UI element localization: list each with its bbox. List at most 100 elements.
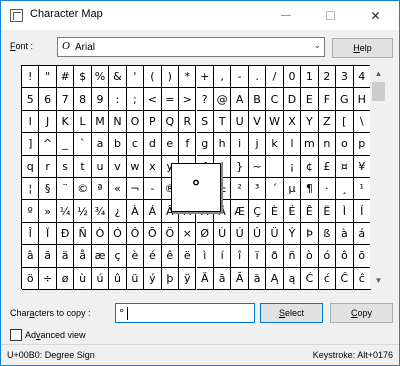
character-cell[interactable]: Í — [353, 200, 371, 223]
character-cell[interactable]: 9 — [91, 88, 110, 111]
character-cell[interactable]: ¿ — [109, 200, 127, 223]
character-cell[interactable]: Ð — [56, 222, 75, 246]
character-cell[interactable]: ¨ — [56, 178, 75, 201]
character-cell[interactable]: 7 — [56, 88, 75, 111]
character-cell[interactable]: l — [283, 133, 302, 156]
character-cell[interactable]: Á — [144, 200, 162, 223]
character-cell[interactable]: W — [266, 110, 284, 134]
character-cell[interactable]: # — [56, 66, 75, 89]
character-cell[interactable]: ³ — [248, 178, 267, 201]
character-cell[interactable]: K — [56, 110, 75, 134]
scrollbar-thumb[interactable] — [372, 82, 385, 101]
character-cell[interactable]: À — [126, 200, 145, 223]
character-cell[interactable]: h — [213, 133, 232, 156]
character-cell[interactable]: m — [301, 133, 319, 156]
character-cell[interactable]: ¼ — [56, 200, 75, 223]
character-cell[interactable]: Ñ — [74, 222, 92, 246]
character-cell[interactable]: ¦ — [22, 178, 40, 201]
character-cell[interactable]: Æ — [231, 200, 249, 223]
character-cell[interactable]: g — [196, 133, 214, 156]
character-cell[interactable]: 0 — [283, 66, 302, 89]
character-cell[interactable]: T — [213, 110, 232, 134]
character-cell[interactable]: ü — [126, 267, 145, 290]
character-cell[interactable]: _ — [56, 133, 75, 156]
character-cell[interactable]: « — [109, 178, 127, 201]
character-cell[interactable]: a — [91, 133, 110, 156]
character-cell[interactable]: Ù — [213, 222, 232, 246]
character-cell[interactable]: Ê — [301, 200, 319, 223]
character-cell[interactable]: è — [126, 245, 145, 268]
character-cell[interactable]: L — [74, 110, 92, 134]
character-cell[interactable]: F — [318, 88, 337, 111]
character-cell[interactable]: E — [301, 88, 319, 111]
character-cell[interactable]: ò — [301, 245, 319, 268]
character-cell[interactable]: ¶ — [301, 178, 319, 201]
character-cell[interactable]: H — [353, 88, 371, 111]
character-cell[interactable]: £ — [318, 155, 337, 178]
character-cell[interactable]: < — [144, 88, 162, 111]
character-cell[interactable]: ¾ — [91, 200, 110, 223]
character-cell[interactable]: ¡ — [283, 155, 302, 178]
character-cell[interactable]: ù — [74, 267, 92, 290]
character-cell[interactable]: x — [144, 155, 162, 178]
character-cell[interactable]: § — [39, 178, 57, 201]
character-cell[interactable]: Ï — [39, 222, 57, 246]
character-cell[interactable]: ç — [109, 245, 127, 268]
character-cell[interactable]: Ì — [336, 200, 354, 223]
character-cell[interactable]: ~ — [248, 155, 267, 178]
character-cell[interactable]: Y — [301, 110, 319, 134]
character-cell[interactable]: - — [231, 66, 249, 89]
character-cell[interactable]: S — [196, 110, 214, 134]
character-cell[interactable]: Ă — [231, 267, 249, 290]
advanced-view-checkbox[interactable] — [10, 329, 22, 341]
character-cell[interactable]: µ — [283, 178, 302, 201]
character-cell[interactable]: n — [318, 133, 337, 156]
character-cell[interactable]: e — [161, 133, 180, 156]
character-cell[interactable]: ´ — [266, 178, 284, 201]
character-cell[interactable]: õ — [353, 245, 371, 268]
character-cell[interactable]: ` — [74, 133, 92, 156]
character-cell[interactable]: ą — [283, 267, 302, 290]
character-cell[interactable]: ÿ — [179, 267, 197, 290]
character-cell[interactable]: Ý — [283, 222, 302, 246]
character-cell[interactable]: Ø — [196, 222, 214, 246]
character-cell[interactable]: ¥ — [353, 155, 371, 178]
character-cell[interactable]: ĉ — [353, 267, 371, 290]
character-cell[interactable]: ? — [196, 88, 214, 111]
character-cell[interactable]: R — [179, 110, 197, 134]
character-cell[interactable]: c — [126, 133, 145, 156]
character-cell[interactable]: t — [74, 155, 92, 178]
character-cell[interactable]: ë — [179, 245, 197, 268]
character-cell[interactable]: ì — [196, 245, 214, 268]
character-cell[interactable]: X — [283, 110, 302, 134]
character-cell[interactable]: j — [248, 133, 267, 156]
character-cell[interactable]: ¢ — [301, 155, 319, 178]
character-cell[interactable]: 5 — [22, 88, 40, 111]
character-cell[interactable]: } — [231, 155, 249, 178]
character-cell[interactable]: á — [353, 222, 371, 246]
grid-scrollbar[interactable]: ▲ ▼ — [370, 65, 387, 289]
advanced-view-label[interactable]: Advanced view — [25, 330, 86, 340]
character-cell[interactable]: É — [283, 200, 302, 223]
character-cell[interactable]: ' — [126, 66, 145, 89]
character-cell[interactable]: G — [336, 88, 354, 111]
character-cell[interactable]: ; — [126, 88, 145, 111]
character-cell[interactable]: ¬ — [126, 178, 145, 201]
character-cell[interactable]: 4 — [353, 66, 371, 89]
character-cell[interactable]: " — [39, 66, 57, 89]
character-cell[interactable]: ö — [22, 267, 40, 290]
character-cell[interactable]: D — [283, 88, 302, 111]
character-cell[interactable]: Ò — [91, 222, 110, 246]
character-cell[interactable]: © — [74, 178, 92, 201]
character-cell[interactable]: ! — [22, 66, 40, 89]
scroll-up-icon[interactable]: ▲ — [370, 65, 387, 82]
character-cell[interactable]: u — [91, 155, 110, 178]
character-cell[interactable]: \ — [353, 110, 371, 134]
character-cell[interactable]: Ā — [196, 267, 214, 290]
character-cell[interactable]: î — [231, 245, 249, 268]
character-cell[interactable] — [266, 155, 284, 178]
character-cell[interactable]: N — [109, 110, 127, 134]
copy-button[interactable]: Copy — [330, 303, 393, 323]
character-cell[interactable]: ² — [231, 178, 249, 201]
character-cell[interactable]: 8 — [74, 88, 92, 111]
